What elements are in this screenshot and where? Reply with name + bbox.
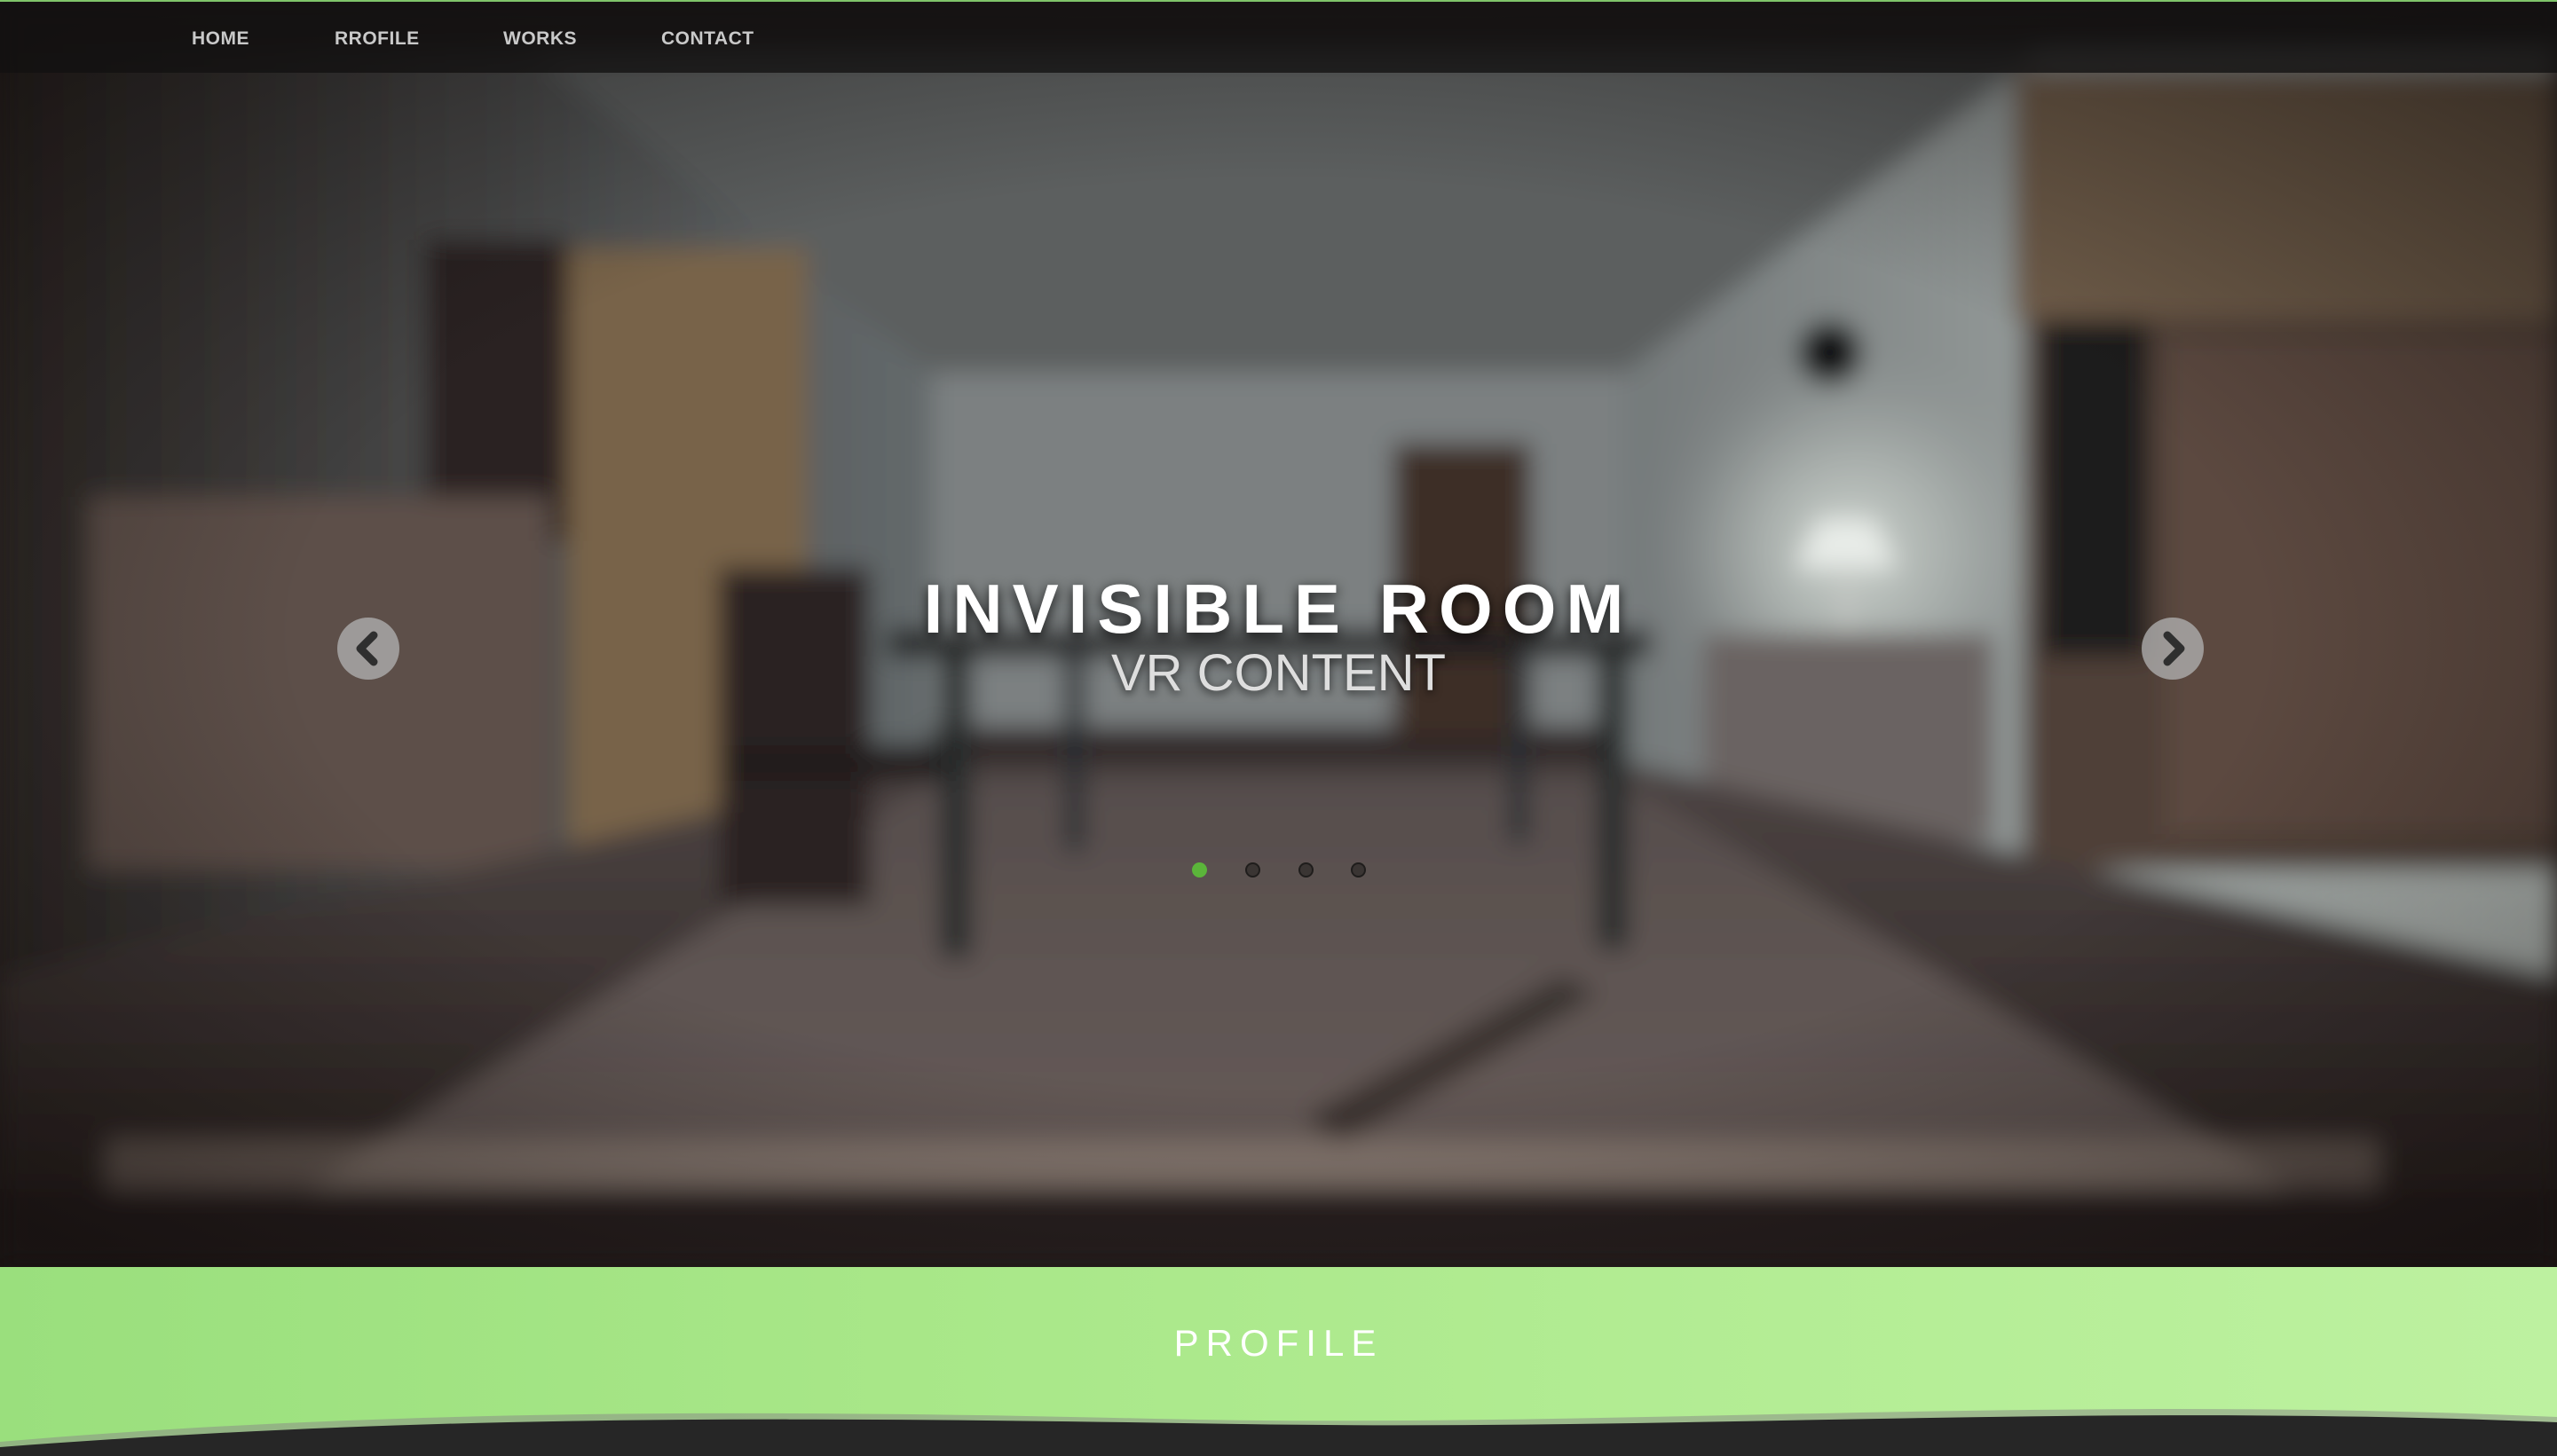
slide-dot-4[interactable]	[1351, 862, 1366, 878]
nav-item-contact[interactable]: CONTACT	[661, 28, 754, 50]
slide-dot-2[interactable]	[1245, 862, 1260, 878]
next-slide-button[interactable]	[2142, 618, 2204, 680]
slide-dot-3[interactable]	[1298, 862, 1314, 878]
nav-item-home[interactable]: HOME	[192, 28, 249, 50]
top-navigation: HOME RROFILE WORKS CONTACT	[0, 0, 2557, 73]
section-wave-divider	[0, 1409, 2557, 1456]
slide-dot-1[interactable]	[1192, 862, 1207, 878]
nav-item-works[interactable]: WORKS	[503, 28, 577, 50]
chevron-right-icon	[2163, 631, 2185, 666]
hero-slider: INVISIBLE ROOM VR CONTENT	[0, 0, 2557, 1267]
chevron-left-icon	[356, 631, 378, 666]
profile-section: PROFILE	[0, 1267, 2557, 1456]
prev-slide-button[interactable]	[337, 618, 399, 680]
nav-item-profile[interactable]: RROFILE	[335, 28, 420, 50]
